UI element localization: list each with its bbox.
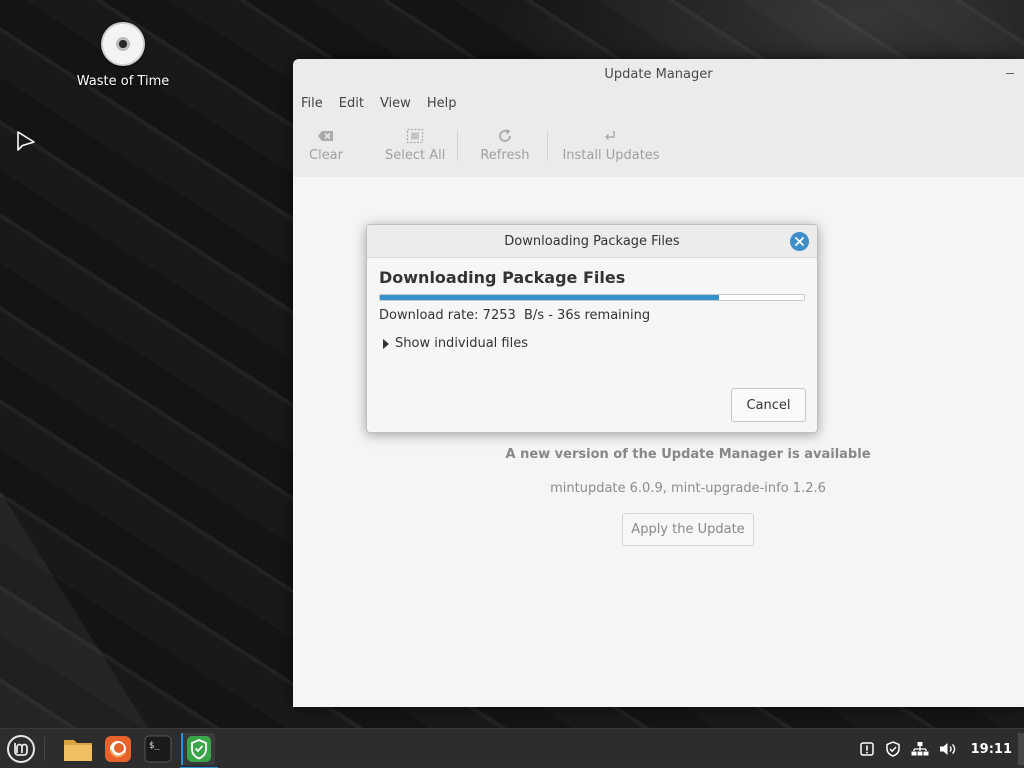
toolbar: Clear Select All Refresh Install Updates: [301, 125, 668, 169]
toolbar-separator: [547, 131, 549, 161]
disc-icon: [101, 22, 145, 66]
download-rate-text: Download rate: 7253 B/s - 36s remaining: [379, 308, 651, 323]
apply-update-button[interactable]: Apply the Update: [622, 513, 754, 546]
mint-menu-icon: [7, 735, 35, 763]
close-icon: [795, 237, 804, 246]
select-all-icon: [407, 128, 424, 144]
update-notice: A new version of the Update Manager is a…: [505, 447, 871, 462]
terminal-icon: $_: [144, 735, 172, 763]
files-icon: [64, 740, 92, 761]
volume-icon: [939, 743, 955, 755]
panel-divider: [44, 737, 45, 761]
install-updates-button[interactable]: Install Updates: [554, 125, 667, 163]
expander-arrow-icon: [383, 338, 389, 349]
close-button[interactable]: [790, 232, 809, 251]
dialog-heading: Downloading Package Files: [379, 268, 626, 287]
network-icon: [911, 742, 929, 756]
menubar: File Edit View Help: [293, 96, 464, 111]
volume-tray-button[interactable]: [939, 741, 957, 757]
update-manager-shield-icon: [187, 736, 211, 762]
toolbar-separator: [457, 131, 459, 161]
window-header: Update Manager File Edit View Help Clear: [293, 59, 1024, 177]
mouse-cursor-icon: [17, 131, 35, 151]
notifications-icon: [859, 742, 874, 756]
notifications-tray-button[interactable]: [859, 741, 875, 757]
minimize-icon[interactable]: [1006, 73, 1014, 74]
firefox-icon: [105, 736, 131, 762]
system-tray: 19:11: [849, 729, 1012, 768]
menu-edit[interactable]: Edit: [331, 96, 372, 111]
clear-icon: [318, 131, 333, 141]
update-shield-tray-button[interactable]: [885, 741, 901, 757]
cancel-button[interactable]: Cancel: [731, 388, 806, 422]
svg-text:$_: $_: [149, 741, 160, 751]
refresh-icon: [499, 129, 511, 142]
expander-label: Show individual files: [395, 336, 529, 351]
refresh-button[interactable]: Refresh: [472, 125, 537, 163]
progress-fill: [380, 295, 720, 300]
desktop-icon-label: Waste of Time: [76, 74, 170, 89]
select-all-button[interactable]: Select All: [377, 125, 453, 163]
clear-label: Clear: [309, 148, 343, 163]
dialog-header: Downloading Package Files: [367, 225, 817, 258]
return-arrow-icon: [605, 131, 615, 140]
network-tray-button[interactable]: [911, 741, 929, 757]
menu-view[interactable]: View: [372, 96, 419, 111]
menu-file[interactable]: File: [293, 96, 331, 111]
install-updates-label: Install Updates: [562, 148, 660, 163]
clear-button[interactable]: Clear: [301, 125, 351, 163]
show-individual-files-expander[interactable]: Show individual files: [383, 336, 528, 351]
window-title: Update Manager: [604, 67, 713, 82]
terminal-launcher[interactable]: $_: [142, 733, 174, 765]
update-versions: mintupdate 6.0.9, mint-upgrade-info 1.2.…: [550, 481, 826, 496]
desktop-icon-waste-of-time[interactable]: Waste of Time: [70, 22, 176, 89]
dialog-title: Downloading Package Files: [504, 234, 680, 249]
mint-menu-button[interactable]: [5, 734, 37, 764]
download-dialog: Downloading Package Files Downloading Pa…: [366, 224, 818, 433]
clock[interactable]: 19:11: [971, 742, 1012, 757]
files-launcher[interactable]: [62, 733, 94, 765]
menu-help[interactable]: Help: [419, 96, 465, 111]
firefox-launcher[interactable]: [102, 733, 134, 765]
taskbar: $_ 19:11: [0, 728, 1024, 768]
show-desktop-button[interactable]: [1018, 733, 1024, 765]
download-progress-bar: [379, 294, 805, 301]
select-all-label: Select All: [385, 148, 446, 163]
shield-tray-icon: [885, 741, 900, 757]
refresh-label: Refresh: [480, 148, 530, 163]
update-manager-launcher[interactable]: [180, 733, 218, 768]
